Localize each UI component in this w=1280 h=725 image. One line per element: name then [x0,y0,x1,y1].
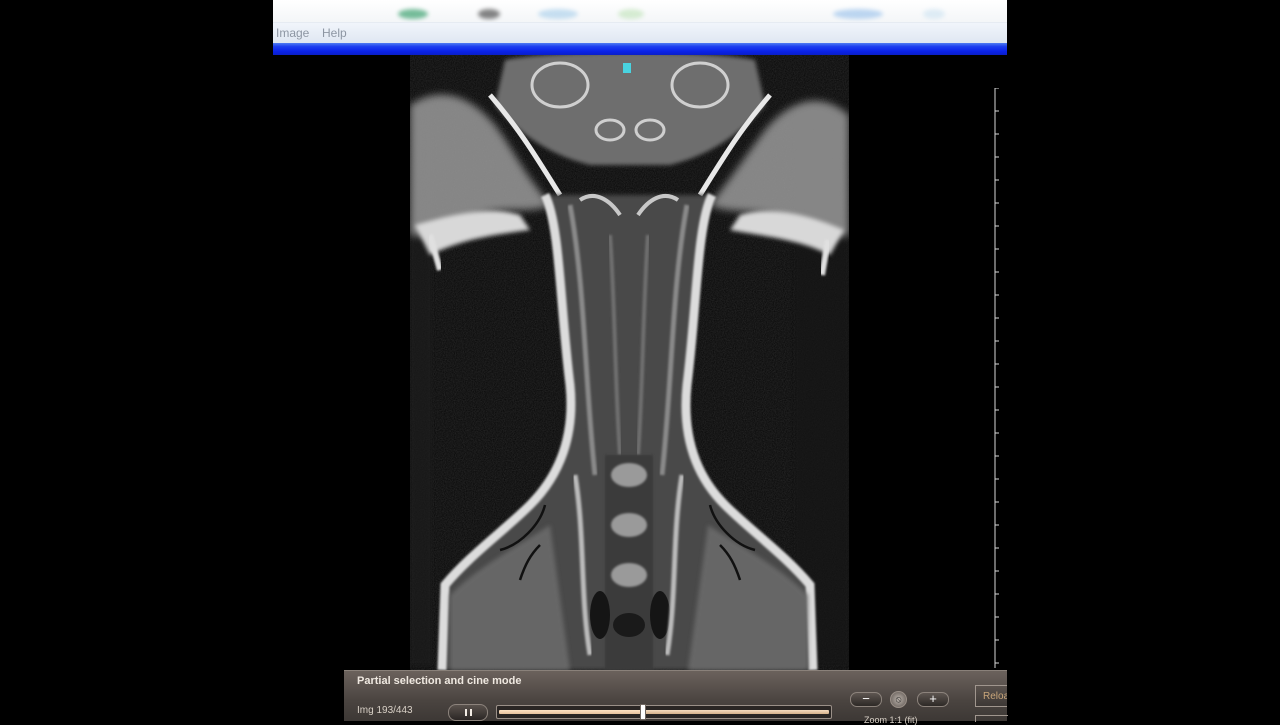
image-counter: Img 193/443 [357,705,413,716]
zoom-label: Zoom 1:1 (fit) [864,715,918,725]
cine-mode-panel: Partial selection and cine mode Img 193/… [344,670,1008,725]
slider-fill [499,710,643,714]
menu-image[interactable]: Image [276,26,309,40]
toolbar-icon-faded[interactable] [538,9,578,19]
slice-ruler [994,88,999,668]
toolbar-strip [273,0,1007,22]
toolbar-icon-faded[interactable] [618,9,644,19]
zoom-reset-button[interactable]: ⦸ [890,691,907,708]
menu-bar: Image Help [273,22,1007,43]
secondary-button[interactable] [975,715,1008,722]
toolbar-icon-faded[interactable] [478,9,500,19]
reload-button[interactable]: Reload [975,685,1007,707]
image-slider[interactable] [496,704,832,720]
toolbar-icon-faded[interactable] [833,9,883,19]
slider-thumb[interactable] [640,704,647,720]
pause-icon [464,709,472,716]
viewer-window: Image Help [273,0,1007,720]
zoom-out-button[interactable]: − [850,692,882,707]
zoom-in-button[interactable]: + [917,692,949,707]
toolbar-icon-faded[interactable] [398,9,428,19]
image-viewport[interactable] [273,55,1007,670]
mri-coronal-image[interactable] [410,55,849,670]
cine-panel-title: Partial selection and cine mode [357,675,522,687]
slider-remaining [642,710,829,714]
menu-help[interactable]: Help [322,26,347,40]
pause-button[interactable] [448,704,488,721]
toolbar-icon-faded[interactable] [923,9,945,19]
title-bar-accent [273,43,1007,55]
